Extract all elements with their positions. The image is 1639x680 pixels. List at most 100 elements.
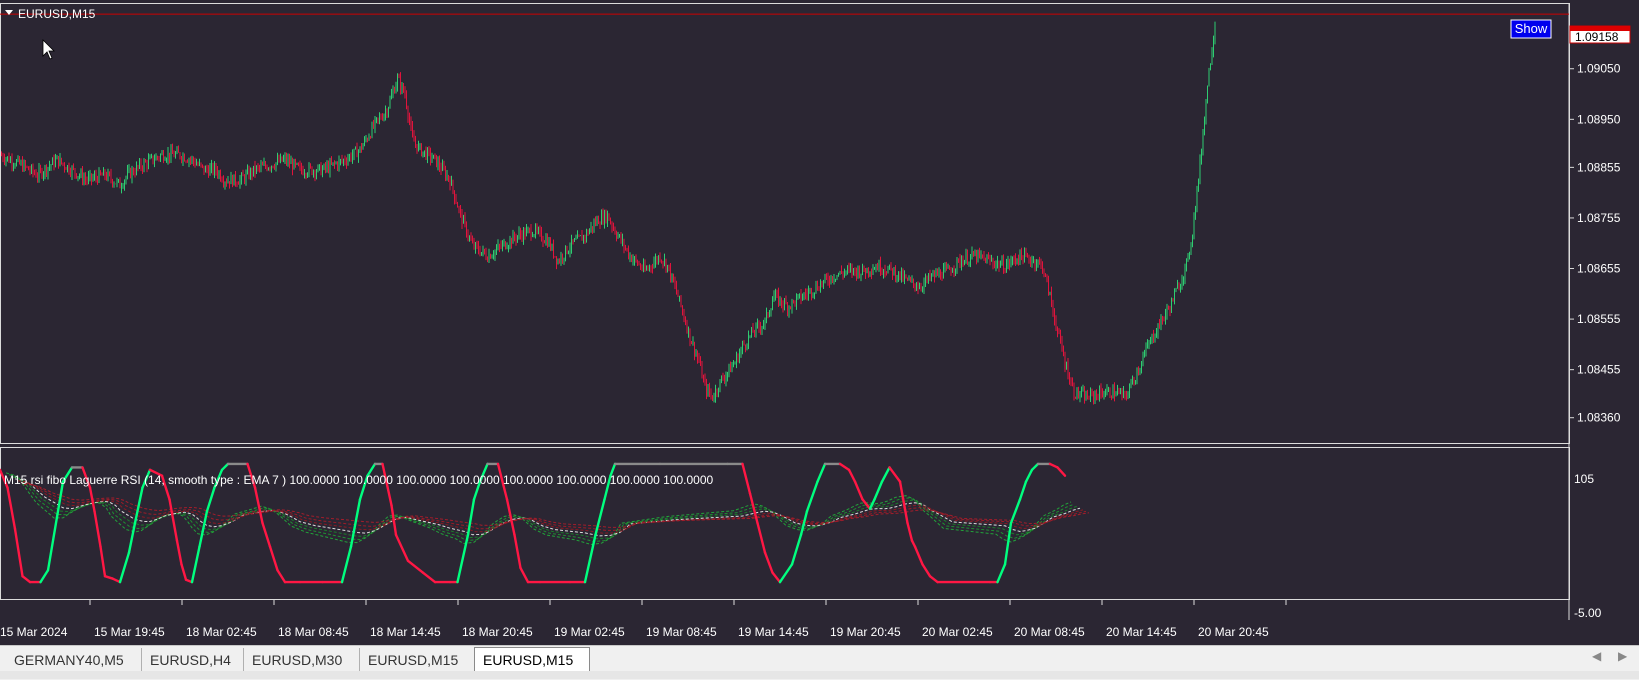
indicator-title: M15 rsi fibo Laguerre RSI (14, smooth ty… — [4, 473, 714, 487]
price-panel-frame — [0, 3, 1570, 444]
rsi-segment — [1056, 466, 1067, 477]
tab-eurusd-m30[interactable]: EURUSD,M30 — [244, 648, 360, 672]
status-strip — [0, 671, 1639, 679]
tab-eurusd-m15[interactable]: EURUSD,M15 — [360, 648, 473, 672]
rsi-segment — [466, 498, 476, 537]
rsi-segment — [205, 486, 216, 513]
rsi-segment — [39, 569, 50, 584]
rsi-segment — [6, 486, 17, 531]
rsi-segment — [118, 551, 131, 584]
rsi-segment — [99, 545, 107, 578]
time-tick-label: 15 Mar 19:45 — [94, 625, 165, 639]
price-tick-label: 1.08555 — [1577, 312, 1621, 326]
tab-eurusd-m15-active[interactable]: EURUSD,M15 — [474, 647, 590, 673]
rsi-segment — [456, 533, 470, 584]
time-axis: 15 Mar 2024 15 Mar 19:45 18 Mar 02:45 18 Ma… — [0, 600, 1287, 639]
rsi-segment — [996, 563, 1007, 584]
rsi-segment — [168, 498, 179, 542]
rsi-segment — [888, 466, 902, 483]
rsi-segment — [340, 545, 353, 584]
chart-canvas[interactable]: 1.09050 1.08950 1.08855 1.08755 1.08655 1.085… — [0, 0, 1639, 645]
time-tick-label: 20 Mar 02:45 — [922, 625, 993, 639]
rsi-segment — [175, 539, 183, 566]
rsi-segment — [741, 462, 752, 495]
rsi-segment — [93, 509, 102, 548]
rsi-segment — [1024, 468, 1034, 483]
price-tick-label: 1.08855 — [1577, 160, 1621, 174]
current-price-label: 1.09158 — [1575, 30, 1619, 44]
price-tick-label: 1.08455 — [1577, 363, 1621, 377]
tab-label: GERMANY40,M5 — [14, 652, 124, 668]
time-tick-label: 19 Mar 20:45 — [830, 625, 901, 639]
rsi-segment — [1030, 462, 1040, 472]
rsi-segment — [583, 533, 597, 584]
rsi-segment — [513, 533, 522, 570]
rsi-segment — [778, 563, 794, 584]
rsi-segment — [1018, 480, 1028, 501]
terminal-window: 1.09050 1.08950 1.08855 1.08755 1.08655 1.085… — [0, 0, 1639, 680]
price-tick-label: 1.08360 — [1577, 411, 1621, 425]
time-tick-label: 19 Mar 02:45 — [554, 625, 625, 639]
rsi-segment — [394, 533, 410, 563]
rsi-segment — [763, 551, 774, 574]
time-tick-label: 18 Mar 02:45 — [186, 625, 257, 639]
tab-label: EURUSD,M15 — [368, 652, 459, 668]
rsi-segment — [880, 466, 891, 483]
time-tick-label: 20 Mar 20:45 — [1198, 625, 1269, 639]
rsi-segment — [868, 498, 876, 511]
rsi-segment — [253, 486, 264, 525]
time-tick-label: 19 Mar 08:45 — [646, 625, 717, 639]
time-tick-label: 18 Mar 14:45 — [370, 625, 441, 639]
rsi-segment — [220, 462, 230, 472]
rsi-segment — [873, 480, 884, 501]
rsi-segment — [180, 563, 188, 581]
rsi-segment — [913, 545, 924, 566]
mouse-cursor-icon — [42, 39, 55, 60]
symbol-title: EURUSD,M15 — [18, 7, 96, 21]
rsi-segment — [928, 574, 939, 584]
rsi-segment — [268, 545, 279, 572]
tab-germany40-m5[interactable]: GERMANY40,M5 — [6, 648, 142, 672]
time-tick-label: 18 Mar 20:45 — [462, 625, 533, 639]
rsi-segment — [13, 527, 24, 578]
rsi-segment — [853, 480, 864, 501]
rsi-segment — [838, 462, 851, 472]
rsi-segment — [190, 545, 201, 584]
tab-eurusd-h4[interactable]: EURUSD,H4 — [142, 648, 244, 672]
fibo-level-line — [17, 480, 1084, 534]
fibo-level-line — [23, 483, 1090, 528]
rsi-segment — [111, 577, 122, 584]
time-tick-label: 18 Mar 08:45 — [278, 625, 349, 639]
rsi-segment — [21, 574, 32, 584]
rsi-segment — [46, 515, 59, 572]
chart-area[interactable]: 1.09050 1.08950 1.08855 1.08755 1.08655 1.085… — [0, 0, 1639, 645]
price-tick-label: 1.08950 — [1577, 112, 1621, 126]
chevron-right-icon[interactable]: ▶ — [1618, 649, 1627, 663]
rsi-segment — [921, 563, 932, 578]
fibo-level-line — [20, 482, 1087, 531]
chevron-left-icon[interactable]: ◀ — [1592, 649, 1601, 663]
candlestick-series — [1, 21, 1216, 405]
rsi-segment — [519, 566, 530, 584]
price-tick-label: 1.08755 — [1577, 211, 1621, 225]
rsi-segment — [276, 569, 287, 584]
rsi-segment — [421, 571, 437, 584]
rsi-segment — [771, 571, 782, 584]
rsi-segment — [1009, 498, 1022, 525]
indicator-axis-top: 105 — [1574, 472, 1594, 486]
time-tick-label: 19 Mar 14:45 — [738, 625, 809, 639]
rsi-segment — [805, 480, 819, 513]
tab-label: EURUSD,M15 — [483, 652, 574, 668]
rsi-segment — [790, 533, 803, 566]
price-tick-label: 1.08655 — [1577, 262, 1621, 276]
rsi-segment — [816, 462, 827, 483]
rsi-segment — [847, 468, 857, 483]
rsi-segment — [406, 559, 425, 574]
rsi-segment — [1048, 462, 1059, 469]
price-tick-label: 1.09050 — [1577, 62, 1621, 76]
show-button-label: Show — [1515, 21, 1548, 36]
rsi-segment — [906, 521, 914, 542]
time-tick-label: 20 Mar 14:45 — [1106, 625, 1177, 639]
rsi-segment — [1003, 521, 1013, 566]
time-tick-label: 20 Mar 08:45 — [1014, 625, 1085, 639]
